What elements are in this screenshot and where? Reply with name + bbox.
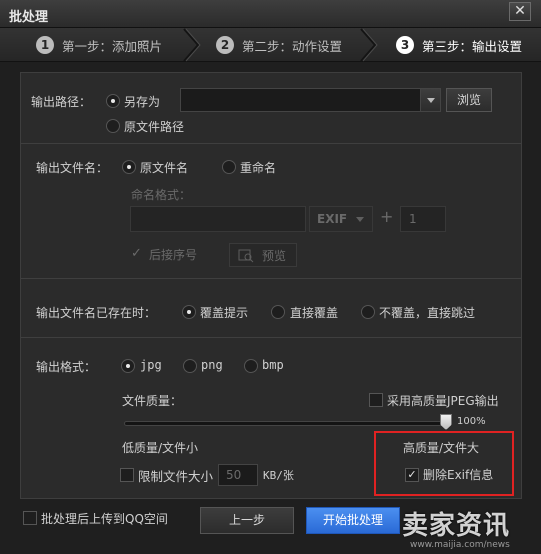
close-icon: ✕ bbox=[514, 3, 526, 19]
format-bmp-label: bmp bbox=[262, 358, 284, 372]
output-filename-label: 输出文件名： bbox=[36, 161, 109, 175]
format-png-radio[interactable] bbox=[183, 359, 197, 373]
low-quality-label: 低质量/文件小 bbox=[122, 441, 199, 455]
upload-qq-checkbox[interactable] bbox=[23, 511, 37, 525]
watermark-url: www.maijia.com/news bbox=[410, 540, 510, 550]
format-jpg-label: jpg bbox=[140, 358, 162, 372]
step-label: 第二步：动作设置 bbox=[242, 38, 343, 54]
output-path-input[interactable] bbox=[180, 88, 441, 112]
window-title: 批处理 bbox=[9, 10, 49, 25]
high-quality-jpeg-label: 采用高质量JPEG输出 bbox=[387, 394, 499, 408]
preview-button[interactable]: 预览 bbox=[229, 243, 297, 267]
exif-label: EXIF bbox=[317, 212, 348, 226]
format-png-label: png bbox=[201, 358, 223, 372]
skip-label: 不覆盖，直接跳过 bbox=[379, 306, 476, 320]
overwrite-directly-radio[interactable] bbox=[271, 305, 285, 319]
naming-format-label: 命名格式： bbox=[131, 188, 192, 202]
format-bmp-radio[interactable] bbox=[244, 359, 258, 373]
rename-radio[interactable] bbox=[222, 160, 236, 174]
step-separator-icon bbox=[183, 28, 201, 62]
step-number: 2 bbox=[216, 36, 234, 54]
step-3[interactable]: 3 第三步：输出设置 bbox=[396, 28, 522, 62]
browse-button[interactable]: 浏览 bbox=[446, 88, 492, 112]
start-batch-button[interactable]: 开始批处理 bbox=[306, 507, 400, 534]
chevron-down-icon bbox=[356, 217, 364, 222]
save-as-radio[interactable] bbox=[106, 94, 120, 108]
original-path-label: 原文件路径 bbox=[124, 120, 185, 134]
upload-qq-label: 批处理后上传到QQ空间 bbox=[41, 512, 168, 526]
highlight-box bbox=[374, 431, 514, 496]
search-icon bbox=[238, 249, 254, 263]
quality-percent: 100% bbox=[457, 416, 486, 427]
limit-size-label: 限制文件大小 bbox=[138, 469, 214, 484]
path-dropdown-button[interactable] bbox=[420, 89, 440, 111]
exif-dropdown[interactable]: EXIF bbox=[309, 206, 373, 232]
rename-label: 重命名 bbox=[240, 161, 277, 175]
sequence-label[interactable]: 后接序号 bbox=[149, 246, 197, 263]
chevron-down-icon bbox=[427, 98, 435, 103]
file-quality-label: 文件质量： bbox=[122, 394, 183, 408]
overwrite-prompt-radio[interactable] bbox=[182, 305, 196, 319]
high-quality-jpeg-checkbox[interactable] bbox=[369, 393, 383, 407]
start-number-input[interactable]: 1 bbox=[400, 206, 446, 232]
step-number: 1 bbox=[36, 36, 54, 54]
skip-radio[interactable] bbox=[361, 305, 375, 319]
limit-size-checkbox[interactable] bbox=[120, 468, 134, 482]
save-as-label: 另存为 bbox=[124, 95, 161, 109]
output-path-label: 输出路径： bbox=[31, 95, 92, 109]
check-icon: ✓ bbox=[131, 246, 142, 261]
step-number: 3 bbox=[396, 36, 414, 54]
quality-slider[interactable] bbox=[124, 421, 450, 426]
format-jpg-radio[interactable] bbox=[121, 359, 135, 373]
limit-size-unit: KB/张 bbox=[263, 469, 294, 482]
original-filename-radio[interactable] bbox=[122, 160, 136, 174]
limit-size-input[interactable]: 50 bbox=[218, 464, 258, 486]
naming-format-input[interactable] bbox=[130, 206, 306, 232]
plus-icon: + bbox=[380, 207, 394, 226]
step-2[interactable]: 2 第二步：动作设置 bbox=[216, 28, 342, 62]
prev-step-button[interactable]: 上一步 bbox=[200, 507, 294, 534]
step-separator-icon bbox=[360, 28, 378, 62]
original-path-radio[interactable] bbox=[106, 119, 120, 133]
title-bar bbox=[0, 0, 541, 28]
existing-file-label: 输出文件名已存在时： bbox=[36, 306, 157, 320]
overwrite-directly-label: 直接覆盖 bbox=[290, 306, 339, 320]
overwrite-prompt-label: 覆盖提示 bbox=[200, 306, 249, 320]
step-label: 第一步：添加照片 bbox=[62, 38, 163, 54]
output-format-label: 输出格式： bbox=[36, 360, 97, 374]
close-button[interactable]: ✕ bbox=[509, 2, 531, 21]
step-label: 第三步：输出设置 bbox=[422, 38, 523, 54]
original-filename-label: 原文件名 bbox=[140, 161, 189, 175]
start-number-value: 1 bbox=[409, 212, 417, 226]
preview-label: 预览 bbox=[262, 249, 287, 263]
limit-size-value: 50 bbox=[226, 468, 242, 482]
step-1[interactable]: 1 第一步：添加照片 bbox=[36, 28, 162, 62]
